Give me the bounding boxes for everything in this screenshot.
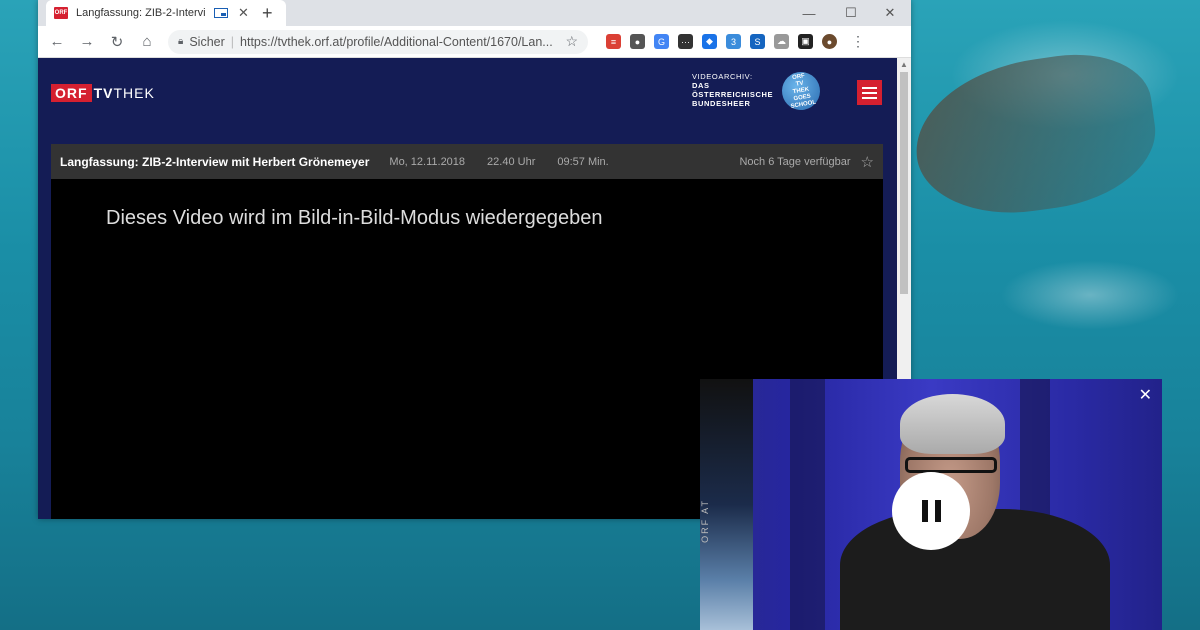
browser-menu-button[interactable]: ⋮ xyxy=(851,33,865,50)
video-duration: 09:57 Min. xyxy=(557,155,609,168)
pip-studio-panel: ORF AT xyxy=(700,379,753,630)
tvthek-goes-school-badge[interactable]: ORF TV THEK GOES SCHOOL xyxy=(778,68,824,114)
tab-strip: ORF Langfassung: ZIB-2-Interview ✕ + — ☐… xyxy=(38,0,911,26)
hamburger-bar xyxy=(862,86,877,89)
video-availability: Noch 6 Tage verfügbar xyxy=(739,155,851,168)
pip-mode-message: Dieses Video wird im Bild-in-Bild-Modus … xyxy=(106,207,603,229)
todoist-icon[interactable]: ≡ xyxy=(606,34,621,49)
address-separator: | xyxy=(230,34,235,49)
back-button[interactable]: ← xyxy=(44,33,70,50)
logo-tvthek: TVTHEK xyxy=(94,85,155,101)
hamburger-menu-button[interactable] xyxy=(857,80,882,105)
hamburger-bar xyxy=(862,91,877,94)
hamburger-bar xyxy=(862,96,877,99)
url-text[interactable]: https://tvthek.orf.at/profile/Additional… xyxy=(240,35,553,49)
pause-bar-icon xyxy=(934,500,941,522)
s-icon[interactable]: S xyxy=(750,34,765,49)
browser-tab[interactable]: ORF Langfassung: ZIB-2-Interview ✕ xyxy=(46,0,286,26)
tab-close-icon[interactable]: ✕ xyxy=(238,5,249,21)
translate-icon[interactable]: G xyxy=(654,34,669,49)
studio-stripe xyxy=(790,379,825,630)
logo-thek: THEK xyxy=(113,85,155,101)
picture-in-picture-window[interactable]: ORF AT ✕ xyxy=(700,379,1162,630)
logo-tv: TV xyxy=(93,85,114,101)
logo-orf: ORF xyxy=(51,84,92,102)
maximize-button[interactable]: ☐ xyxy=(830,0,872,26)
tab-title: Langfassung: ZIB-2-Interview xyxy=(76,7,206,19)
pip-close-icon[interactable]: ✕ xyxy=(1139,385,1152,405)
pip-indicator-icon xyxy=(214,8,228,18)
archive-line: ÖSTERREICHISCHE xyxy=(692,90,774,99)
cloud-icon[interactable]: ☁ xyxy=(774,34,789,49)
video-date: Mo, 12.11.2018 xyxy=(389,155,466,168)
scroll-up-icon[interactable]: ▲ xyxy=(900,60,908,69)
archive-line: BUNDESHEER xyxy=(692,99,751,108)
scroll-thumb[interactable] xyxy=(900,72,908,294)
profile-avatar[interactable]: ● xyxy=(822,34,837,49)
pip-pause-button[interactable] xyxy=(892,472,970,550)
security-label: Sicher xyxy=(189,34,225,49)
reload-button[interactable]: ↻ xyxy=(104,33,130,51)
bookmark-star-icon[interactable]: ☆ xyxy=(565,33,578,50)
browser-toolbar: ← → ↻ ⌂ 🔒︎ Sicher | https://tvthek.orf.a… xyxy=(38,26,911,58)
video-title: Langfassung: ZIB-2-Interview mit Herbert… xyxy=(60,154,370,169)
circle-icon[interactable]: ● xyxy=(630,34,645,49)
orf-favicon-icon: ORF xyxy=(54,7,68,19)
wallpaper-mermaid-tail xyxy=(905,44,1165,226)
archive-line: DAS xyxy=(692,81,710,90)
window-close-button[interactable]: ✕ xyxy=(869,0,911,26)
orf-tvthek-logo[interactable]: ORF TVTHEK xyxy=(51,84,155,102)
video-archive-banner[interactable]: VIDEOARCHIV: DAS ÖSTERREICHISCHE BUNDESH… xyxy=(692,72,773,108)
pip-channel-text: ORF AT xyxy=(700,499,710,543)
dots-icon[interactable]: ··· xyxy=(678,34,693,49)
new-tab-button[interactable]: + xyxy=(262,3,273,24)
lock-icon: 🔒︎ xyxy=(178,36,184,47)
pip-icon[interactable]: ▣ xyxy=(798,34,813,49)
archive-label: VIDEOARCHIV: xyxy=(692,72,753,81)
wallpaper-ripple xyxy=(1000,260,1180,330)
video-info-bar: Langfassung: ZIB-2-Interview mit Herbert… xyxy=(51,144,883,179)
extension-badge-icon[interactable]: 3 xyxy=(726,34,741,49)
forward-button[interactable]: → xyxy=(74,33,100,50)
minimize-button[interactable]: — xyxy=(788,0,830,26)
interviewee-glasses xyxy=(905,457,997,473)
video-time: 22.40 Uhr xyxy=(487,155,536,168)
favorite-star-icon[interactable]: ☆ xyxy=(861,153,874,171)
pause-bar-icon xyxy=(921,500,928,522)
extensions-row: ≡ ● G ··· ◆ 3 S ☁ ▣ ● xyxy=(606,34,837,49)
drop-icon[interactable]: ◆ xyxy=(702,34,717,49)
interviewee-hair xyxy=(900,394,1005,454)
home-button[interactable]: ⌂ xyxy=(134,33,160,50)
address-bar[interactable]: 🔒︎ Sicher | https://tvthek.orf.at/profil… xyxy=(168,29,588,54)
